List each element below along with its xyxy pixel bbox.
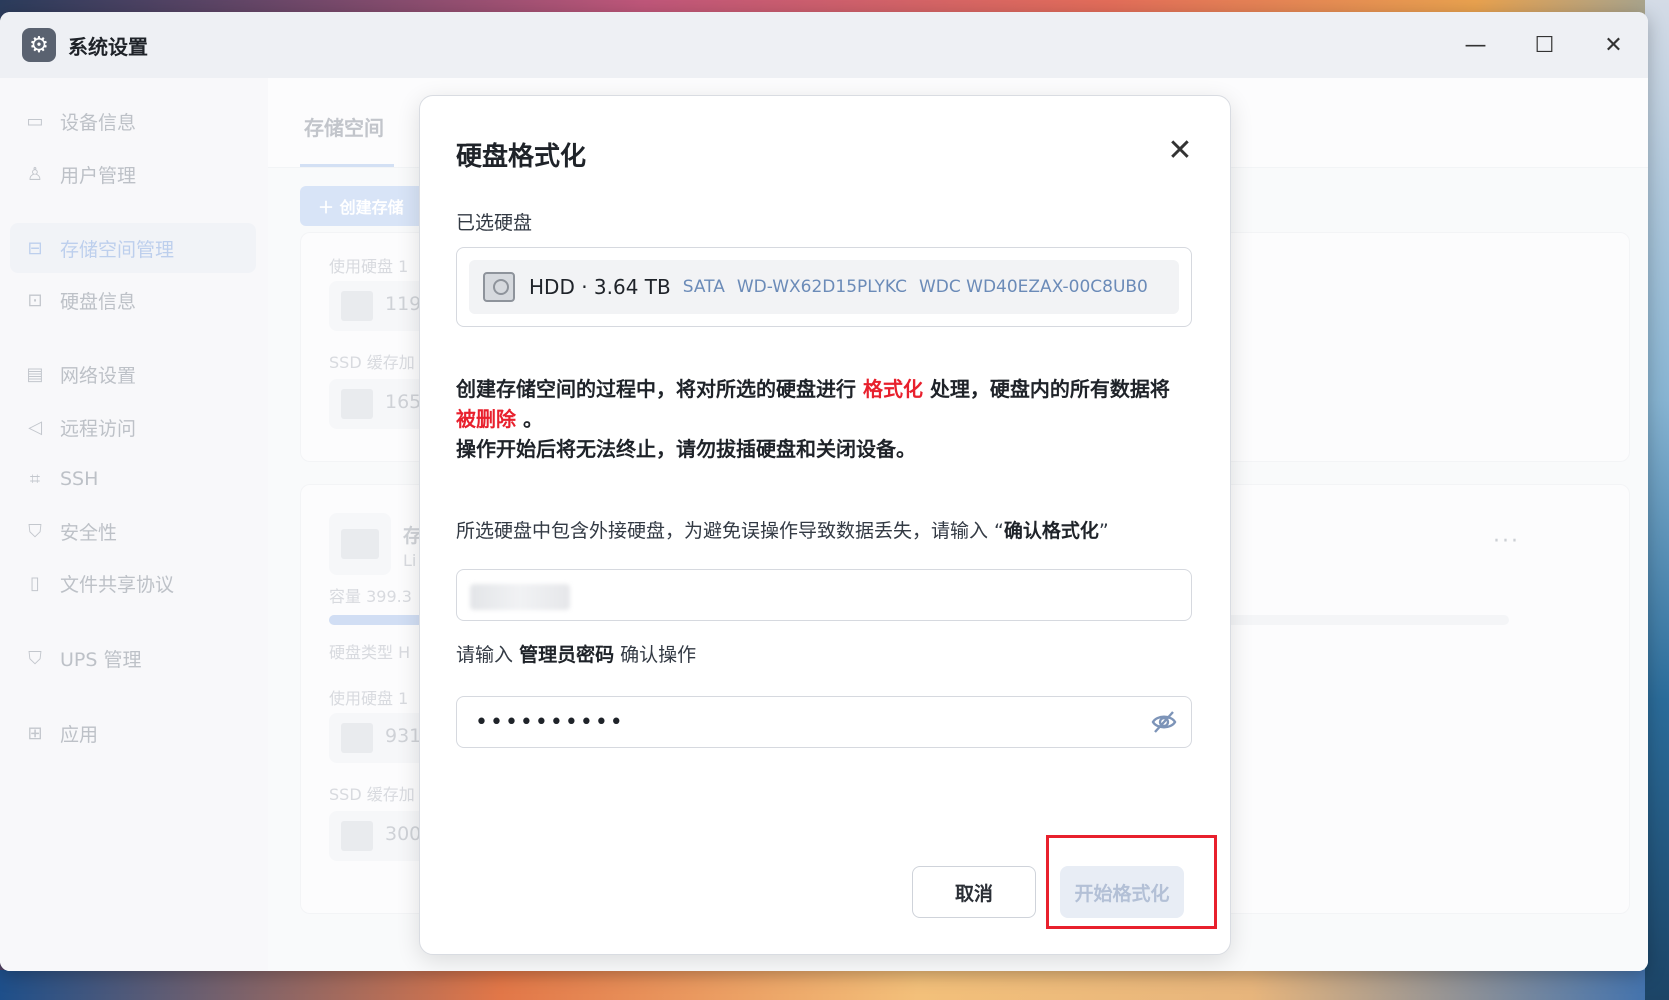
- password-prompt: 请输入 管理员密码 确认操作: [456, 644, 697, 666]
- hdd-icon: [483, 272, 515, 302]
- gear-icon: ⚙: [22, 28, 56, 62]
- format-keyword: 格式化: [862, 377, 923, 401]
- window-title: 系统设置: [68, 34, 148, 59]
- close-window-button[interactable]: ✕: [1579, 12, 1648, 78]
- dialog-close-icon[interactable]: ✕: [1160, 130, 1200, 170]
- title-bar: ⚙ 系统设置 — ☐ ✕: [0, 12, 1648, 78]
- window-controls: — ☐ ✕: [1441, 12, 1648, 78]
- disk-summary: HDD · 3.64 TB: [529, 275, 671, 299]
- redacted-text: [470, 584, 570, 610]
- disk-serial: WD-WX62D15PLYKC: [736, 277, 907, 297]
- admin-password-input[interactable]: [456, 696, 1192, 748]
- disk-interface: SATA: [682, 277, 725, 297]
- desktop-background-right: [1645, 0, 1669, 1000]
- desktop-background-bottom: [0, 970, 1669, 1000]
- warning-line-2: 操作开始后将无法终止，请勿拔插硬盘和关闭设备。: [456, 437, 916, 461]
- minimize-button[interactable]: —: [1441, 12, 1510, 78]
- selected-disk-row: HDD · 3.64 TB SATA WD-WX62D15PLYKC WDC W…: [469, 260, 1179, 314]
- dialog-title: 硬盘格式化: [456, 142, 587, 172]
- disk-model: WDC WD40EZAX-00C8UB0: [918, 277, 1148, 297]
- format-disk-dialog: 硬盘格式化 ✕ 已选硬盘 HDD · 3.64 TB SATA WD-WX62D…: [419, 95, 1231, 955]
- eye-off-icon[interactable]: [1150, 709, 1178, 735]
- highlight-annotation: [1046, 835, 1217, 929]
- password-keyword: 管理员密码: [519, 644, 615, 666]
- confirm-prompt: 所选硬盘中包含外接硬盘，为避免误操作导致数据丢失，请输入 “确认格式化”: [456, 520, 1109, 542]
- deleted-keyword: 被删除: [456, 407, 516, 431]
- confirm-keyword: 确认格式化: [1003, 520, 1099, 542]
- selected-disk-box: HDD · 3.64 TB SATA WD-WX62D15PLYKC WDC W…: [456, 247, 1192, 327]
- cancel-button[interactable]: 取消: [912, 866, 1036, 918]
- selected-disk-label: 已选硬盘: [456, 212, 533, 234]
- maximize-button[interactable]: ☐: [1510, 12, 1579, 78]
- format-warning: 创建存储空间的过程中，将对所选的硬盘进行 格式化 处理，硬盘内的所有数据将 被删…: [456, 377, 1170, 461]
